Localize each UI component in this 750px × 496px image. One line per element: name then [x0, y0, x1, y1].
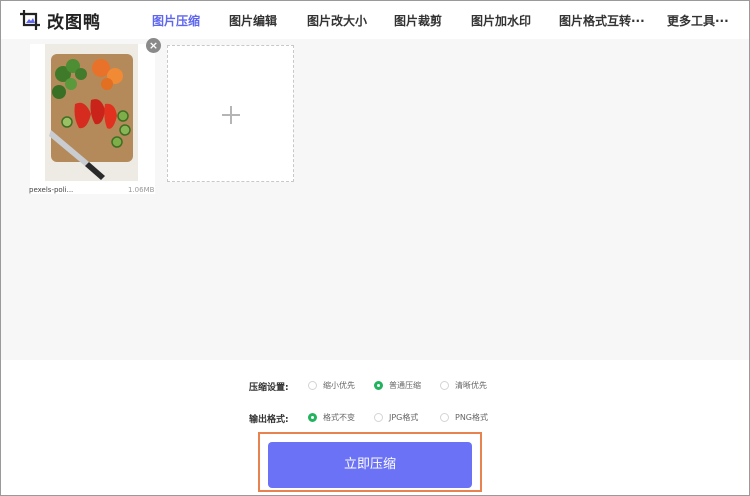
image-thumbnail	[45, 44, 138, 181]
radio-clarity-priority[interactable]: 清晰优先	[440, 380, 487, 391]
option-label: 格式不变	[323, 413, 355, 422]
option-label: 普通压缩	[389, 381, 421, 390]
nav-image-resize[interactable]: 图片改大小	[307, 12, 367, 29]
radio-keep-format[interactable]: 格式不变	[308, 412, 355, 423]
logo-text: 改图鸭	[47, 12, 101, 33]
option-label: JPG格式	[389, 413, 419, 422]
file-size: 1.06MB	[128, 186, 155, 194]
option-label: 缩小优先	[323, 381, 355, 390]
output-format-label: 输出格式:	[249, 415, 289, 425]
uploaded-file-card[interactable]	[30, 44, 155, 194]
plus-icon	[222, 106, 240, 124]
option-label: 清晰优先	[455, 381, 487, 390]
upload-area	[1, 39, 749, 360]
nav-image-compress[interactable]: 图片压缩	[152, 12, 200, 29]
compress-settings-label: 压缩设置:	[249, 383, 289, 393]
compress-now-button[interactable]: 立即压缩	[268, 442, 472, 488]
radio-circle-checked	[374, 381, 383, 390]
radio-size-priority[interactable]: 缩小优先	[308, 380, 355, 391]
radio-circle	[440, 413, 449, 422]
top-navigation-bar: 改图鸭 图片压缩 图片编辑 图片改大小 图片裁剪 图片加水印 图片格式互转···…	[1, 1, 749, 39]
nav-image-crop[interactable]: 图片裁剪	[394, 12, 442, 29]
crop-image-icon	[20, 10, 40, 30]
radio-circle	[440, 381, 449, 390]
radio-circle	[374, 413, 383, 422]
nav-image-watermark[interactable]: 图片加水印	[471, 12, 531, 29]
radio-png-format[interactable]: PNG格式	[440, 412, 488, 423]
nav-image-edit[interactable]: 图片编辑	[229, 12, 277, 29]
logo[interactable]: 改图鸭	[19, 9, 101, 33]
close-icon[interactable]: ×	[146, 38, 161, 53]
radio-jpg-format[interactable]: JPG格式	[374, 412, 418, 423]
radio-normal-compress[interactable]: 普通压缩	[374, 380, 421, 391]
add-image-button[interactable]	[167, 45, 294, 182]
nav-format-convert[interactable]: 图片格式互转···	[559, 12, 645, 29]
radio-circle	[308, 381, 317, 390]
nav-more-tools[interactable]: 更多工具···	[667, 12, 729, 29]
file-name: pexels-poli...	[29, 186, 74, 194]
radio-circle-checked	[308, 413, 317, 422]
option-label: PNG格式	[455, 413, 489, 422]
